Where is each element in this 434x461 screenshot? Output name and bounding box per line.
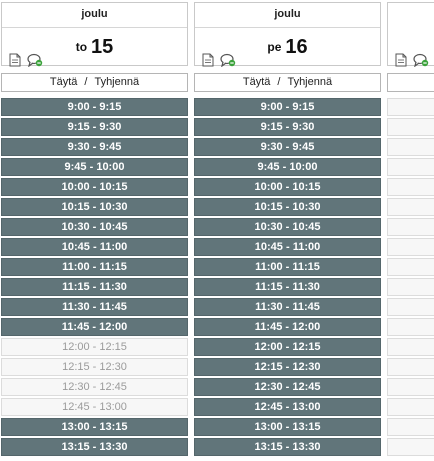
time-slot[interactable]: 10:30 - 10:45	[194, 218, 381, 236]
add-comment-icon[interactable]	[27, 53, 43, 67]
time-slot[interactable]: 9:45 - 10:00	[194, 158, 381, 176]
time-slot[interactable]: 12:30 - 12:45	[194, 378, 381, 396]
fill-clear-bar	[387, 73, 434, 92]
time-slot[interactable]: 9:30 - 9:45	[1, 138, 188, 156]
time-slot[interactable]: 10:00 - 10:15	[194, 178, 381, 196]
day-column-1: joulu pe 16 Täytä / Tyhjennä 9:00 - 9:15 9:1…	[194, 0, 382, 461]
header-divider	[2, 27, 187, 28]
month-label: joulu	[274, 8, 301, 20]
time-slot[interactable]	[387, 158, 434, 176]
document-icon[interactable]	[200, 53, 216, 67]
time-slot[interactable]: 13:15 - 13:30	[1, 438, 188, 456]
time-slot[interactable]: 12:30 - 12:45	[1, 378, 188, 396]
time-slot[interactable]: 11:45 - 12:00	[194, 318, 381, 336]
time-slot[interactable]	[387, 98, 434, 116]
time-slot[interactable]	[387, 258, 434, 276]
time-slot[interactable]: 10:15 - 10:30	[1, 198, 188, 216]
time-slot[interactable]: 11:45 - 12:00	[1, 318, 188, 336]
time-slot[interactable]: 12:00 - 12:15	[1, 338, 188, 356]
time-slot[interactable]: 12:15 - 12:30	[194, 358, 381, 376]
time-slot-list	[387, 98, 434, 458]
clear-link[interactable]: Tyhjennä	[94, 76, 139, 88]
time-slot[interactable]	[387, 318, 434, 336]
fill-link[interactable]: Täytä	[243, 76, 271, 88]
day-number: 15	[91, 36, 114, 58]
time-slot[interactable]: 9:45 - 10:00	[1, 158, 188, 176]
time-slot[interactable]	[387, 378, 434, 396]
time-slot[interactable]	[387, 178, 434, 196]
weekday-label: pe	[267, 40, 282, 54]
time-slot-list: 9:00 - 9:15 9:15 - 9:30 9:30 - 9:45 9:45 - …	[194, 98, 381, 458]
time-slot[interactable]: 11:00 - 11:15	[1, 258, 188, 276]
time-slot[interactable]	[387, 278, 434, 296]
time-slot[interactable]: 12:15 - 12:30	[1, 358, 188, 376]
time-slot[interactable]: 12:45 - 13:00	[1, 398, 188, 416]
time-slot[interactable]: 11:00 - 11:15	[194, 258, 381, 276]
time-slot[interactable]	[387, 358, 434, 376]
document-icon[interactable]	[393, 53, 409, 67]
time-slot-list: 9:00 - 9:15 9:15 - 9:30 9:30 - 9:45 9:45 - …	[1, 98, 188, 458]
fill-clear-bar: Täytä / Tyhjennä	[194, 73, 381, 92]
time-slot[interactable]	[387, 118, 434, 136]
time-slot[interactable]: 13:00 - 13:15	[1, 418, 188, 436]
time-slot[interactable]: 11:30 - 11:45	[1, 298, 188, 316]
time-slot[interactable]: 10:45 - 11:00	[194, 238, 381, 256]
time-slot[interactable]	[387, 398, 434, 416]
month-label: joulu	[81, 8, 108, 20]
day-column-2-partial	[387, 0, 434, 461]
time-slot[interactable]: 10:45 - 11:00	[1, 238, 188, 256]
weekday-label: to	[75, 40, 88, 54]
add-comment-icon[interactable]	[220, 53, 236, 67]
document-icon[interactable]	[7, 53, 23, 67]
time-slot[interactable]	[387, 238, 434, 256]
time-slot[interactable]	[387, 438, 434, 456]
time-slot[interactable]: 11:30 - 11:45	[194, 298, 381, 316]
time-slot[interactable]: 12:45 - 13:00	[194, 398, 381, 416]
time-slot[interactable]	[387, 138, 434, 156]
time-slot[interactable]: 9:00 - 9:15	[194, 98, 381, 116]
time-slot[interactable]: 11:15 - 11:30	[1, 278, 188, 296]
time-slot[interactable]: 9:15 - 9:30	[194, 118, 381, 136]
day-header: joulu pe 16	[194, 2, 381, 67]
header-divider	[195, 27, 380, 28]
time-slot[interactable]: 10:15 - 10:30	[194, 198, 381, 216]
add-comment-icon[interactable]	[413, 53, 429, 67]
time-slot[interactable]	[387, 218, 434, 236]
day-header: joulu to 15	[1, 2, 188, 67]
day-number: 16	[285, 36, 308, 58]
time-slot[interactable]	[387, 418, 434, 436]
clear-link[interactable]: Tyhjennä	[287, 76, 332, 88]
fill-clear-separator: /	[84, 76, 88, 88]
fill-clear-separator: /	[277, 76, 281, 88]
time-slot[interactable]: 11:15 - 11:30	[194, 278, 381, 296]
time-slot[interactable]	[387, 338, 434, 356]
time-slot[interactable]	[387, 298, 434, 316]
day-header	[387, 2, 434, 67]
time-slot[interactable]: 10:00 - 10:15	[1, 178, 188, 196]
time-slot[interactable]	[387, 198, 434, 216]
time-slot[interactable]: 12:00 - 12:15	[194, 338, 381, 356]
fill-link[interactable]: Täytä	[50, 76, 78, 88]
time-slot[interactable]: 13:15 - 13:30	[194, 438, 381, 456]
fill-clear-bar: Täytä / Tyhjennä	[1, 73, 188, 92]
time-slot[interactable]: 9:30 - 9:45	[194, 138, 381, 156]
time-slot[interactable]: 9:00 - 9:15	[1, 98, 188, 116]
day-column-0: joulu to 15 Täytä / Tyhjennä 9:00 - 9:15 9:1…	[1, 0, 189, 461]
time-slot[interactable]: 9:15 - 9:30	[1, 118, 188, 136]
time-slot[interactable]: 10:30 - 10:45	[1, 218, 188, 236]
time-slot[interactable]: 13:00 - 13:15	[194, 418, 381, 436]
